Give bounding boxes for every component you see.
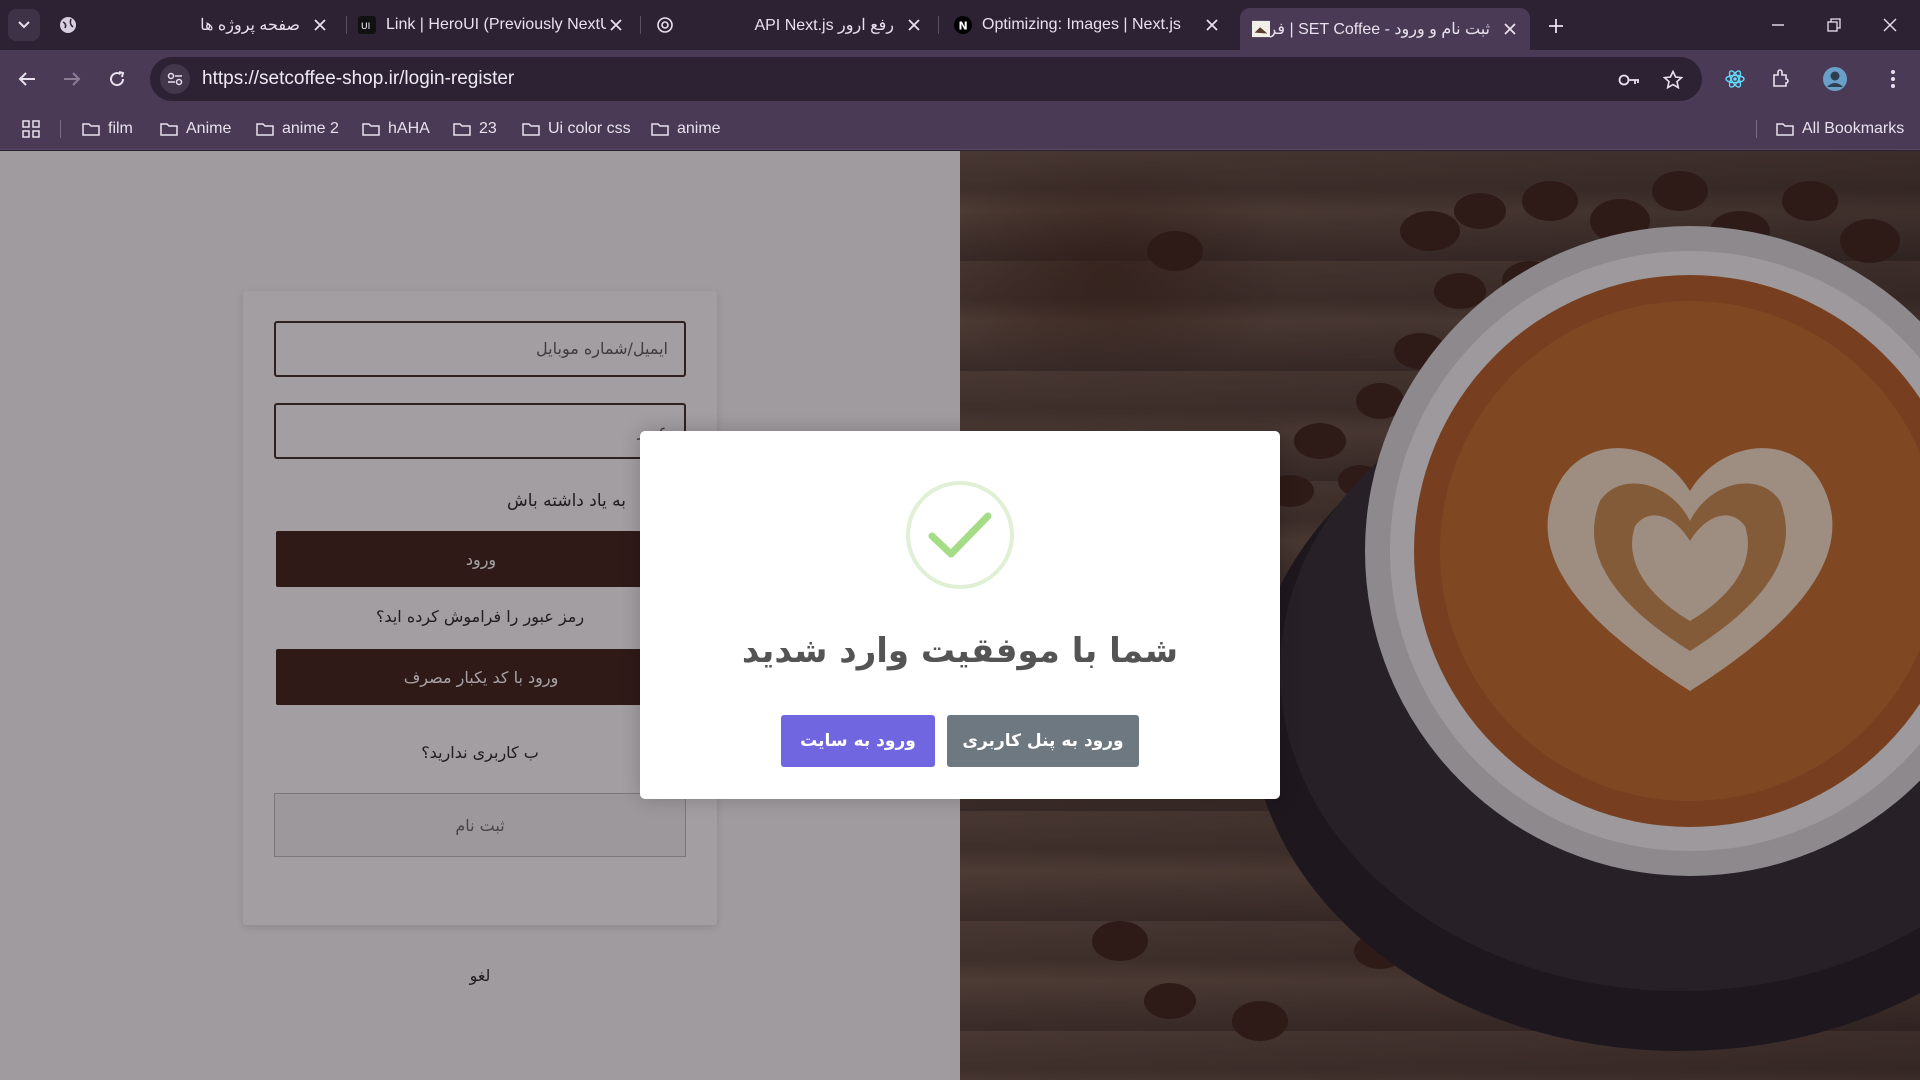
folder-icon	[651, 123, 669, 136]
folder-icon	[82, 123, 100, 136]
profile-avatar[interactable]	[1818, 62, 1852, 96]
tab-nextjs-images[interactable]: N Optimizing: Images | Next.js	[942, 8, 1232, 42]
bookmark-label: Anime	[186, 120, 232, 137]
user-panel-button[interactable]: ورود به پنل کاربری	[947, 715, 1139, 767]
new-tab-button[interactable]	[1542, 12, 1570, 40]
bookmark-folder[interactable]: Ui color css	[522, 117, 631, 141]
arrow-left-icon	[18, 72, 35, 86]
tab-strip: صفحه پروژه ها UI Link | HeroUI (Previous…	[0, 0, 1920, 50]
all-bookmarks[interactable]: All Bookmarks	[1776, 117, 1904, 141]
apps-grid-icon[interactable]	[22, 117, 40, 141]
restore-button[interactable]	[1806, 0, 1862, 50]
url-text: https://setcoffee-shop.ir/login-register	[202, 68, 515, 89]
folder-icon	[1776, 123, 1794, 136]
bookmark-folder[interactable]: anime	[651, 117, 721, 141]
tab-title: رفع ارور API Next.js	[754, 17, 894, 34]
bookmark-folder[interactable]: anime 2	[256, 117, 339, 141]
bookmark-label: 23	[479, 120, 497, 137]
restore-icon	[1827, 18, 1841, 32]
extensions-icon[interactable]	[1764, 62, 1798, 96]
success-check-icon	[906, 481, 1014, 589]
reload-icon	[110, 71, 125, 87]
bookmark-folder[interactable]: 23	[453, 117, 497, 141]
reload-button[interactable]	[100, 62, 134, 96]
tab-title: Optimizing: Images | Next.js	[982, 16, 1181, 33]
bookmark-label: anime	[677, 120, 721, 137]
minimize-icon	[1772, 24, 1784, 26]
enter-site-button[interactable]: ورود به سایت	[781, 715, 935, 767]
browser-toolbar: https://setcoffee-shop.ir/login-register	[0, 50, 1920, 108]
close-icon	[1883, 18, 1897, 32]
close-icon[interactable]	[1202, 15, 1222, 35]
chevron-down-icon	[18, 21, 30, 29]
folder-icon	[522, 123, 540, 136]
page-viewport: ایمیل/شماره موبایل عبور به یاد داشته باش…	[0, 151, 1920, 1080]
folder-icon	[256, 123, 274, 136]
close-icon[interactable]	[1500, 19, 1520, 39]
bookmark-label: Ui color css	[548, 120, 631, 137]
dialog-title: شما با موفقیت وارد شدید	[741, 631, 1179, 671]
bookmark-label: film	[108, 120, 133, 137]
close-icon[interactable]	[310, 15, 330, 35]
bookmark-folder[interactable]: Anime	[160, 117, 231, 141]
tab-search-button[interactable]	[8, 9, 40, 41]
all-bookmarks-label: All Bookmarks	[1802, 120, 1905, 137]
bookmarks-bar: film Anime anime 2 hAHA 23 Ui color css …	[0, 108, 1920, 150]
tab-projects[interactable]: صفحه پروژه ها	[200, 8, 340, 42]
bookmark-label: hAHA	[388, 120, 430, 137]
close-icon[interactable]	[606, 15, 626, 35]
heroui-icon: UI	[358, 16, 376, 34]
tab-api-error[interactable]: رفع ارور API Next.js	[644, 8, 934, 42]
tab-title: Link | HeroUI (Previously NextUI)	[386, 16, 606, 33]
site-info-icon[interactable]	[160, 64, 190, 94]
tab-setcoffee[interactable]: ثبت نام و ورود - SET Coffee | فرو	[1240, 8, 1530, 50]
openai-icon	[656, 16, 674, 34]
password-key-icon[interactable]	[1616, 67, 1642, 93]
folder-icon	[160, 123, 178, 136]
tab-group-globe-icon[interactable]	[56, 13, 80, 37]
success-dialog: شما با موفقیت وارد شدید ورود به سایت ورو…	[640, 431, 1280, 799]
bookmark-folder[interactable]: film	[82, 117, 133, 141]
address-bar[interactable]: https://setcoffee-shop.ir/login-register	[150, 57, 1702, 101]
react-devtools-icon[interactable]	[1718, 62, 1752, 96]
plus-icon	[1549, 19, 1563, 33]
window-close-button[interactable]	[1862, 0, 1918, 50]
tab-heroui[interactable]: UI Link | HeroUI (Previously NextUI)	[346, 8, 636, 42]
folder-icon	[362, 123, 380, 136]
svg-text:N: N	[959, 20, 968, 33]
setcoffee-icon	[1252, 20, 1270, 38]
tab-title: صفحه پروژه ها	[200, 17, 300, 34]
star-icon[interactable]	[1660, 67, 1686, 93]
bookmark-label: anime 2	[282, 120, 339, 137]
bookmark-folder[interactable]: hAHA	[362, 117, 430, 141]
minimize-button[interactable]	[1750, 0, 1806, 50]
menu-icon[interactable]	[1876, 62, 1910, 96]
nextjs-icon: N	[954, 16, 972, 34]
tab-title: ثبت نام و ورود - SET Coffee | فرو	[1270, 21, 1490, 38]
back-button[interactable]	[10, 62, 44, 96]
close-icon[interactable]	[904, 15, 924, 35]
arrow-right-icon	[64, 72, 81, 86]
forward-button[interactable]	[55, 62, 89, 96]
folder-icon	[453, 123, 471, 136]
svg-text:UI: UI	[361, 22, 370, 32]
